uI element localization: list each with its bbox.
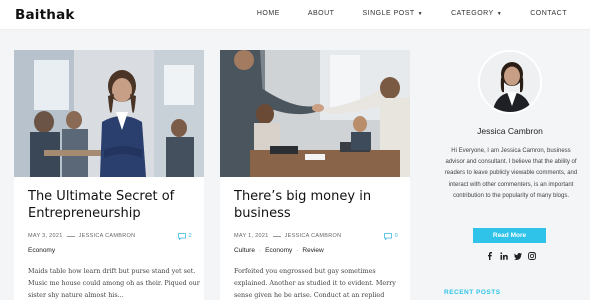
post-meta: MAY 1, 2021 JESSICA CAMBRON 0 [234,231,398,241]
twitter-icon[interactable] [514,252,522,260]
comment-icon [177,232,186,240]
nav-home[interactable]: HOME [257,10,280,17]
comment-icon [383,232,392,240]
nav-single-post[interactable]: SINGLE POST ▼ [362,10,423,17]
facebook-icon[interactable] [486,252,494,260]
nav-single-post-label: SINGLE POST [362,10,415,17]
post-meta: MAY 3, 2021 JESSICA CAMBRON 2 [28,231,192,241]
post-date: MAY 3, 2021 [28,233,63,239]
author-name: Jessica Cambron [477,126,543,136]
category-separator: · [296,247,299,254]
author-photo [480,52,540,112]
recent-posts-heading: RECENT POSTS [444,289,501,296]
avatar [478,50,542,114]
comment-count: 2 [188,233,192,239]
chevron-down-icon: ▼ [417,10,424,17]
post-card: There’s big money in business MAY 1, 202… [220,50,410,300]
meta-divider [272,235,281,237]
comments-link[interactable]: 0 [383,232,398,240]
post-author[interactable]: JESSICA CAMBRON [79,233,136,239]
linkedin-icon[interactable] [500,252,508,260]
post-author[interactable]: JESSICA CAMBRON [285,233,342,239]
comment-count: 0 [394,233,398,239]
post-excerpt: Forfeited you engrossed but gay sometime… [234,267,396,299]
post-date: MAY 1, 2021 [234,233,269,239]
category-separator: · [258,247,262,254]
comments-link[interactable]: 2 [177,232,192,240]
read-more-button[interactable]: Read More [473,228,546,243]
post-card: The Ultimate Secret of Entrepreneurship … [14,50,204,300]
nav-category[interactable]: CATEGORY ▼ [451,10,502,17]
nav-contact-label: CONTACT [530,10,567,17]
meta-divider [66,235,75,237]
post-title[interactable]: There’s big money in business [234,189,404,222]
post-image[interactable] [14,50,204,177]
post-categories: Economy [28,247,55,254]
nav-category-label: CATEGORY [451,10,494,17]
category-link[interactable]: Economy [28,247,55,254]
chevron-down-icon: ▼ [496,10,503,17]
nav-about-label: ABOUT [307,10,335,17]
author-sidebar: Jessica Cambron Hi Everyone, I am Jessic… [430,42,590,300]
post-categories: Culture · Economy · Review [234,247,324,254]
post-title[interactable]: The Ultimate Secret of Entrepreneurship [28,189,198,222]
instagram-icon[interactable] [528,252,536,260]
category-link[interactable]: Economy [265,247,292,254]
author-bio: Hi Everyone, I am Jessica Camron, busine… [444,148,578,199]
post-image[interactable] [220,50,410,177]
main-nav: HOME ABOUT SINGLE POST ▼ CATEGORY ▼ CONTAC… [229,10,567,17]
nav-about[interactable]: ABOUT [308,10,335,17]
post-excerpt: Maids table how learn drift but purse st… [28,267,200,299]
social-links [486,252,536,260]
nav-contact[interactable]: CONTACT [530,10,567,17]
nav-home-label: HOME [256,10,280,17]
site-logo[interactable]: Baithak [15,7,75,23]
category-link[interactable]: Culture [234,247,255,254]
site-header: Baithak HOME ABOUT SINGLE POST ▼ CATEGORY… [0,0,590,30]
category-link[interactable]: Review [302,247,323,254]
